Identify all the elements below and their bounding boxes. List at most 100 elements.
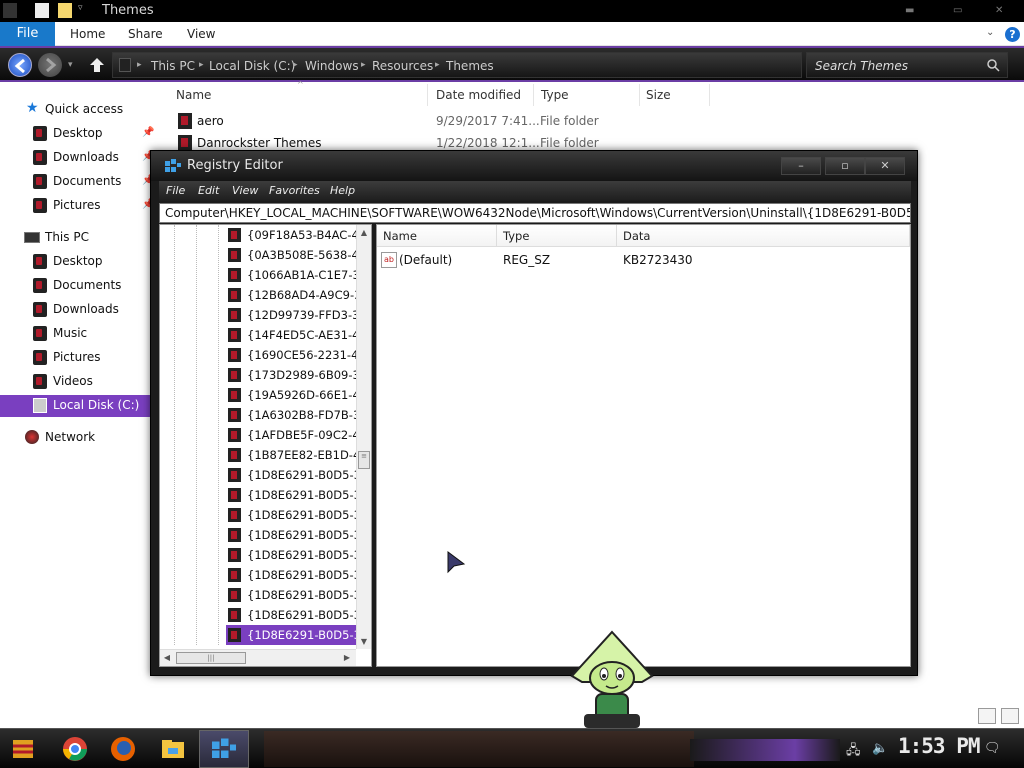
tree-key[interactable]: {1690CE56-2231-4E <box>226 345 366 365</box>
regedit-taskbar-button[interactable] <box>199 730 249 768</box>
nav-item-pc-videos[interactable]: Videos <box>0 371 158 393</box>
nav-this-pc[interactable]: This PC <box>0 227 158 249</box>
back-arrow-icon[interactable] <box>8 53 32 77</box>
breadcrumb-separator-icon[interactable]: ▸ <box>435 60 440 70</box>
breadcrumb-separator-icon[interactable]: ▸ <box>137 60 142 70</box>
tree-key[interactable]: {0A3B508E-5638-44 <box>226 245 366 265</box>
start-button-icon[interactable] <box>10 736 36 762</box>
file-row[interactable]: aero 9/29/2017 7:41... File folder <box>176 112 676 132</box>
nav-item-downloads[interactable]: Downloads 📌 <box>0 147 158 169</box>
chrome-icon[interactable] <box>62 736 88 762</box>
registry-address-bar[interactable]: Computer\HKEY_LOCAL_MACHINE\SOFTWARE\WOW… <box>159 203 911 223</box>
value-column-name[interactable]: Name <box>377 225 497 247</box>
tree-key[interactable]: {1B87EE82-EB1D-44 <box>226 445 368 465</box>
file-explorer-icon[interactable] <box>160 736 186 762</box>
network-tray-icon[interactable]: 🖧 <box>846 741 861 763</box>
recent-locations-chevron-icon[interactable]: ▾ <box>68 60 73 70</box>
notifications-icon[interactable]: 🗨 <box>984 741 1001 756</box>
menu-view[interactable]: View <box>232 184 258 197</box>
breadcrumb[interactable]: ▸ This PC ▸ Local Disk (C:) ▸ Windows ▸ … <box>112 52 802 78</box>
forward-arrow-icon[interactable] <box>38 53 62 77</box>
nav-item-desktop[interactable]: Desktop 📌 <box>0 123 158 145</box>
search-icon[interactable] <box>987 59 1000 72</box>
nav-item-pc-desktop[interactable]: Desktop <box>0 251 158 273</box>
details-view-icon[interactable] <box>978 708 996 724</box>
value-row[interactable]: ab (Default) REG_SZ KB2723430 <box>381 251 901 271</box>
tree-key-selected[interactable]: {1D8E6291-B0D5-3 <box>226 625 361 645</box>
expand-ribbon-chevron-icon[interactable]: ⌄ <box>986 27 994 38</box>
scroll-left-arrow-icon[interactable]: ◀ <box>160 651 174 665</box>
tab-home[interactable]: Home <box>70 27 105 41</box>
nav-item-pictures[interactable]: Pictures 📌 <box>0 195 158 217</box>
nav-item-pc-pictures[interactable]: Pictures <box>0 347 158 369</box>
tree-horizontal-scrollbar[interactable]: ◀ ||| ▶ <box>160 649 356 666</box>
column-header-date[interactable]: Date modified <box>428 84 534 106</box>
explorer-app-icon[interactable] <box>3 3 17 18</box>
tree-key[interactable]: {12B68AD4-A9C9-33 <box>226 285 369 305</box>
properties-quick-icon[interactable] <box>35 3 49 18</box>
nav-quick-access[interactable]: ★ Quick access <box>0 99 158 121</box>
scroll-down-arrow-icon[interactable]: ▼ <box>357 634 371 649</box>
scroll-up-arrow-icon[interactable]: ▲ <box>357 225 371 240</box>
new-folder-quick-icon[interactable] <box>58 3 72 18</box>
maximize-icon[interactable]: ▫ <box>825 157 865 175</box>
column-header-name[interactable]: Name <box>160 84 428 106</box>
breadcrumb-separator-icon[interactable]: ▸ <box>361 60 366 70</box>
nav-item-local-disk[interactable]: Local Disk (C:) <box>0 395 158 417</box>
nav-network[interactable]: Network <box>0 427 158 449</box>
help-icon[interactable]: ? <box>1005 27 1020 42</box>
breadcrumb-separator-icon[interactable]: ▸ <box>293 60 298 70</box>
value-column-data[interactable]: Data <box>617 225 910 247</box>
tree-key[interactable]: {1D8E6291-B0D5-35 <box>226 585 368 605</box>
breadcrumb-windows[interactable]: Windows <box>305 59 359 73</box>
large-icons-view-icon[interactable] <box>1001 708 1019 724</box>
breadcrumb-separator-icon[interactable]: ▸ <box>199 60 204 70</box>
tree-key[interactable]: {12D99739-FFD3-37 <box>226 305 367 325</box>
tree-key[interactable]: {1066AB1A-C1E7-384 <box>226 265 371 285</box>
column-header-type[interactable]: Type <box>534 84 640 106</box>
breadcrumb-resources[interactable]: Resources <box>372 59 433 73</box>
breadcrumb-this-pc[interactable]: This PC <box>151 59 195 73</box>
close-icon[interactable]: ✕ <box>865 157 905 175</box>
menu-help[interactable]: Help <box>330 184 355 197</box>
tree-key[interactable]: {09F18A53-B4AC-4B <box>226 225 367 245</box>
tree-key[interactable]: {19A5926D-66E1-46 <box>226 385 367 405</box>
tree-key[interactable]: {1AFDBE5F-09C2-49 <box>226 425 367 445</box>
minimize-icon[interactable]: ▬ <box>905 5 914 16</box>
tree-key[interactable]: {1D8E6291-B0D5-35 <box>226 525 368 545</box>
scroll-thumb[interactable]: ≡ <box>358 451 370 469</box>
search-input[interactable]: Search Themes <box>806 52 1008 78</box>
nav-item-pc-music[interactable]: Music <box>0 323 158 345</box>
tree-vertical-scrollbar[interactable]: ▲ ≡ ▼ <box>356 225 371 649</box>
pin-icon[interactable]: 📌 <box>142 127 154 138</box>
column-header-size[interactable]: Size <box>640 84 710 106</box>
up-arrow-icon[interactable] <box>88 56 106 74</box>
menu-favorites[interactable]: Favorites <box>269 184 320 197</box>
taskbar-clock[interactable]: 1:53 PM <box>898 734 981 758</box>
breadcrumb-local-disk[interactable]: Local Disk (C:) <box>209 59 295 73</box>
scroll-right-arrow-icon[interactable]: ▶ <box>340 651 354 665</box>
close-icon[interactable]: ✕ <box>995 5 1003 16</box>
menu-edit[interactable]: Edit <box>198 184 219 197</box>
tree-key[interactable]: {1D8E6291-B0D5-35 <box>226 545 368 565</box>
volume-icon[interactable]: 🔈 <box>872 741 888 756</box>
tree-key[interactable]: {1D8E6291-B0D5-35 <box>226 485 368 505</box>
tree-key[interactable]: {1D8E6291-B0D5-35 <box>226 605 368 625</box>
nav-item-pc-documents[interactable]: Documents <box>0 275 158 297</box>
firefox-icon[interactable] <box>110 736 136 762</box>
scroll-thumb[interactable]: ||| <box>176 652 246 664</box>
menu-file[interactable]: File <box>166 184 185 197</box>
tree-key[interactable]: {14F4ED5C-AE31-411 <box>226 325 371 345</box>
tab-view[interactable]: View <box>187 27 215 41</box>
maximize-icon[interactable]: ▭ <box>953 5 962 16</box>
tree-key[interactable]: {173D2989-6B09-3A <box>226 365 368 385</box>
minimize-icon[interactable]: – <box>781 157 821 175</box>
customize-quick-access-icon[interactable]: ▿ <box>78 3 92 18</box>
tree-key[interactable]: {1A6302B8-FD7B-32 <box>226 405 368 425</box>
tab-share[interactable]: Share <box>128 27 163 41</box>
tree-key[interactable]: {1D8E6291-B0D5-35 <box>226 465 368 485</box>
registry-editor-title-bar[interactable]: Registry Editor – ▫ ✕ <box>151 151 917 181</box>
breadcrumb-themes[interactable]: Themes <box>446 59 494 73</box>
tree-key[interactable]: {1D8E6291-B0D5-35 <box>226 565 368 585</box>
tree-key[interactable]: {1D8E6291-B0D5-35 <box>226 505 368 525</box>
